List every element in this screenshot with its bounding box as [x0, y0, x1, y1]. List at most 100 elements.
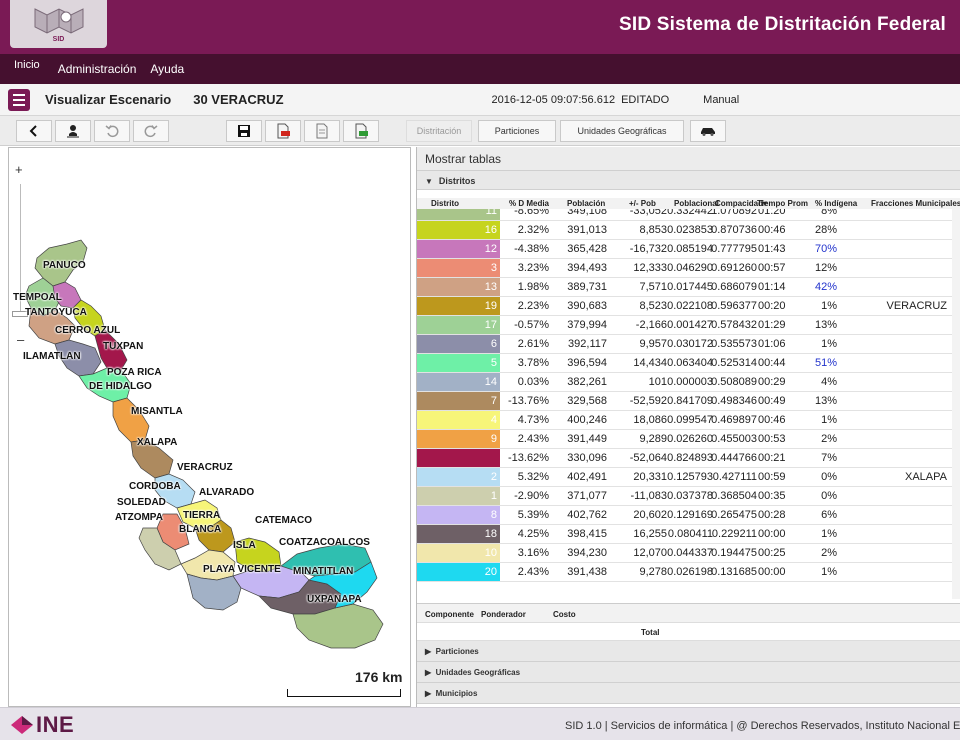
vehicle-button[interactable] [690, 120, 726, 142]
cell-pob: 394,230 [567, 547, 607, 559]
col-fracciones[interactable]: Fracciones Municipales [871, 199, 960, 208]
table-row[interactable]: 5 3.78% 396,594 14,434 0.063404 0.525314 00:44… [417, 354, 960, 373]
cell-pm: 8,853 [639, 224, 667, 236]
scenario-state: 30 VERACRUZ [193, 92, 284, 107]
col-distrito[interactable]: Distrito [431, 199, 459, 208]
cell-pobl: 0.022108 [667, 300, 713, 312]
cell-distrito: 7 [490, 395, 497, 407]
cell-comp: 0.229211 [711, 528, 757, 540]
table-row[interactable]: 8 5.39% 402,762 20,602 0.129169 0.265475 00:28… [417, 506, 960, 525]
table-row[interactable]: 4 4.73% 400,246 18,086 0.099547 0.469897 00:46… [417, 411, 960, 430]
save-button[interactable] [226, 120, 262, 142]
cell-distrito: 1 [490, 490, 497, 502]
col-tiempo-prom[interactable]: Tiempo Prom [757, 199, 808, 208]
table-row[interactable]: 3 3.23% 394,493 12,333 0.046290 0.691260 00:57… [417, 259, 960, 278]
cell-dm: 2.43% [517, 433, 549, 445]
cell-pobl: 0.030172 [667, 338, 713, 350]
export-pdf-button[interactable] [265, 120, 301, 142]
table-row[interactable]: 11 -8.65% 349,108 -33,052 0.332442 1.070892 01… [417, 209, 960, 221]
col-indigena[interactable]: % Indígena [815, 199, 857, 208]
table-row[interactable]: 2 5.32% 402,491 20,331 0.125793 0.427111 00:59… [417, 468, 960, 487]
table-row[interactable]: 16 2.32% 391,013 8,853 0.023853 0.870736 00:46… [417, 221, 960, 240]
col-poblacional[interactable]: Poblacional [674, 199, 719, 208]
unidades-section-header[interactable]: ▶ Unidades Geográficas [417, 662, 960, 683]
table-row[interactable]: 6 2.61% 392,117 9,957 0.030172 0.535573 01:06 1… [417, 335, 960, 354]
undo-button[interactable] [94, 120, 130, 142]
cell-distrito: 9 [490, 433, 497, 445]
map-label: SOLEDAD [117, 497, 166, 508]
cell-pobl: 0.026260 [667, 433, 713, 445]
expand-triangle-icon: ▶ [425, 689, 432, 698]
cell-pobl: 0.332442 [667, 209, 713, 217]
col-costo: Costo [553, 610, 576, 619]
table-row[interactable]: 7 -13.76% 329,568 -52,592 0.841709 0.498346 00… [417, 392, 960, 411]
table-row[interactable]: 20 2.43% 391,438 9,278 0.026198 0.131685 00:00… [417, 563, 960, 582]
cell-pob: 394,493 [567, 262, 607, 274]
cell-comp: 0.455003 [711, 433, 757, 445]
table-row[interactable]: 13 1.98% 389,731 7,571 0.017445 0.686079 01:14… [417, 278, 960, 297]
col-mas-menos-pob[interactable]: +/- Pob [629, 199, 656, 208]
back-button[interactable] [16, 120, 52, 142]
cell-dm: 5.32% [517, 471, 549, 483]
cell-distrito: 14 [484, 376, 497, 388]
sid-logo[interactable]: SID [10, 0, 107, 48]
export-csv-button[interactable] [343, 120, 379, 142]
locate-user-button[interactable] [55, 120, 91, 142]
scenario-status: EDITADO [621, 93, 670, 106]
cell-comp: 0.368504 [711, 490, 757, 502]
map-panel[interactable]: + – PANUCO TEMPOAL TANTOYUCA CERRO AZUL … [8, 147, 411, 707]
cell-pm: 101 [648, 376, 667, 388]
cell-distrito: 3 [490, 262, 497, 274]
table-row[interactable]: 17 -0.57% 379,994 -2,166 0.001427 0.578432 01:… [417, 316, 960, 335]
cell-t: 01:14 [758, 281, 786, 293]
undo-icon [105, 125, 119, 138]
table-row[interactable]: -13.62% 330,096 -52,064 0.824893 0.444766 00:… [417, 449, 960, 468]
particiones-label: Particiones [435, 647, 479, 656]
table-row[interactable]: 9 2.43% 391,449 9,289 0.026260 0.455003 00:53 2… [417, 430, 960, 449]
district-map[interactable] [9, 148, 411, 707]
col-d-media[interactable]: % D Media [509, 199, 549, 208]
cell-pm: -11,083 [630, 490, 668, 502]
panel-title[interactable]: Mostrar tablas [417, 147, 960, 171]
cell-distrito: 2 [490, 471, 497, 483]
particiones-section-header[interactable]: ▶ Particiones [417, 641, 960, 662]
table-row[interactable]: 18 4.25% 398,415 16,255 0.080411 0.229211 00:0… [417, 525, 960, 544]
map-label: TIERRA [183, 510, 221, 521]
cell-pm: 9,278 [639, 566, 667, 578]
cell-dm: -8.65% [514, 209, 549, 217]
districts-table-body[interactable]: 11 -8.65% 349,108 -33,052 0.332442 1.070892 01… [417, 209, 960, 597]
total-label: Total [641, 628, 660, 637]
table-row[interactable]: 19 2.23% 390,683 8,523 0.022108 0.596377 00:20… [417, 297, 960, 316]
cell-pob: 391,013 [567, 224, 607, 236]
table-vertical-scrollbar[interactable] [952, 209, 960, 599]
table-row[interactable]: 14 0.03% 382,261 101 0.000003 0.508089 00:29 4% [417, 373, 960, 392]
cell-pm: -2,166 [635, 319, 667, 331]
distritos-section-header[interactable]: ▼ Distritos [417, 171, 960, 190]
cell-ind: 51% [814, 357, 837, 369]
chevron-left-icon [29, 125, 37, 137]
cell-t: 00:46 [758, 414, 786, 426]
cell-t: 00:25 [758, 547, 786, 559]
map-label: ATZOMPA [115, 512, 163, 523]
cell-ind: 1% [821, 300, 837, 312]
col-poblacion[interactable]: Población [567, 199, 605, 208]
unidades-geograficas-button[interactable]: Unidades Geográficas [560, 120, 684, 142]
table-row[interactable]: 10 3.16% 394,230 12,070 0.044337 0.194475 00:2… [417, 544, 960, 563]
distritacion-button[interactable]: Distritación [406, 120, 472, 142]
cell-dm: -0.57% [514, 319, 549, 331]
cell-distrito: 10 [484, 547, 497, 559]
export-file-button[interactable] [304, 120, 340, 142]
cell-pm: 20,602 [633, 509, 667, 521]
menu-inicio[interactable]: Inicio [14, 59, 40, 71]
menu-administracion[interactable]: Administración [58, 62, 137, 76]
municipios-section-header[interactable]: ▶ Municipios [417, 683, 960, 704]
table-row[interactable]: 12 -4.38% 365,428 -16,732 0.085194 0.777795 01… [417, 240, 960, 259]
table-row[interactable]: 1 -2.90% 371,077 -11,083 0.037378 0.368504 00:… [417, 487, 960, 506]
menu-ayuda[interactable]: Ayuda [150, 62, 184, 76]
particiones-button[interactable]: Particiones [478, 120, 556, 142]
pdf-file-icon [277, 123, 290, 139]
redo-button[interactable] [133, 120, 169, 142]
ine-diamond-icon [11, 716, 33, 734]
hamburger-menu-icon[interactable] [8, 88, 30, 111]
cell-pobl: 0.026198 [667, 566, 713, 578]
